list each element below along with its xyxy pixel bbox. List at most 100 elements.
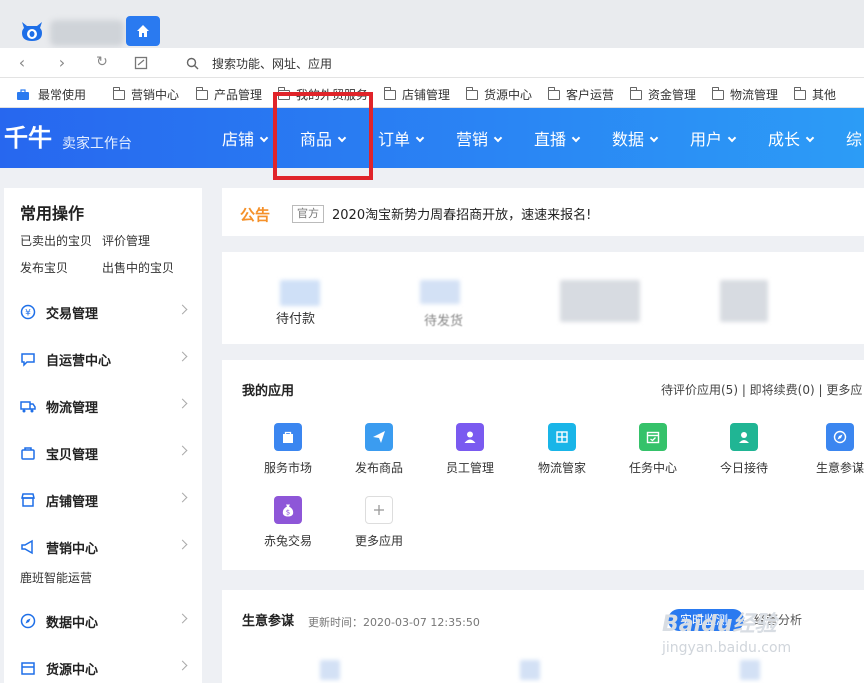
- chevron-right-icon: [177, 445, 188, 456]
- bookmark-folder[interactable]: 客户运营: [548, 86, 614, 103]
- stats-card: 待付款 待发货: [222, 252, 864, 344]
- chevron-down-icon: [649, 133, 659, 143]
- app-task-center[interactable]: 任务中心: [613, 423, 693, 476]
- page-icon[interactable]: [134, 56, 148, 70]
- bookmark-folder[interactable]: 货源中心: [466, 86, 532, 103]
- send-icon: [365, 423, 393, 451]
- sidebar-item-trade[interactable]: ¥ 交易管理: [4, 300, 202, 324]
- watermark: Baidu经验: [662, 612, 777, 637]
- calendar-icon: [639, 423, 667, 451]
- home-icon: [137, 25, 149, 37]
- sidebar-item-store[interactable]: 店铺管理: [4, 488, 202, 512]
- svg-text:$: $: [286, 509, 290, 517]
- folder-icon: [630, 86, 642, 100]
- chevron-down-icon: [415, 133, 425, 143]
- bag-icon: [274, 423, 302, 451]
- apps-right-links[interactable]: 待评价应用(5) | 即将续费(0) | 更多应: [661, 381, 862, 398]
- menu-more[interactable]: 综: [846, 126, 862, 150]
- bookmark-frequent[interactable]: 最常使用: [16, 86, 86, 103]
- svg-text:¥: ¥: [25, 309, 31, 319]
- warehouse-icon: [21, 662, 35, 675]
- stat-value-blurred: [720, 280, 768, 322]
- address-input[interactable]: 搜索功能、网址、应用: [212, 55, 332, 72]
- chevron-down-icon: [727, 133, 737, 143]
- sidebar: 常用操作 已卖出的宝贝 评价管理 发布宝贝 出售中的宝贝 ¥ 交易管理 自运营中…: [4, 188, 202, 683]
- notice-card: 公告 官方 2020淘宝新势力周春招商开放，速速来报名!: [222, 188, 864, 236]
- reception-icon: [730, 423, 758, 451]
- chevron-right-icon: [177, 398, 188, 409]
- forward-icon[interactable]: ›: [52, 53, 72, 72]
- brand-logo[interactable]: 千牛: [4, 118, 52, 153]
- bookmark-folder[interactable]: 资金管理: [630, 86, 696, 103]
- sidebar-sub-luban[interactable]: 鹿班智能运营: [20, 569, 92, 586]
- home-tab[interactable]: [126, 16, 160, 46]
- chevron-right-icon: [177, 539, 188, 550]
- chevron-right-icon: [177, 492, 188, 503]
- menu-users[interactable]: 用户: [690, 126, 737, 150]
- sidebar-item-sourcing[interactable]: 货源中心: [4, 656, 202, 680]
- plus-icon: [365, 496, 393, 524]
- app-logistics-manager[interactable]: 物流管家: [522, 423, 602, 476]
- metric-blurred: [740, 660, 760, 680]
- menu-orders[interactable]: 订单: [378, 126, 425, 150]
- menu-shop[interactable]: 店铺: [222, 126, 269, 150]
- bookmark-folder[interactable]: 店铺管理: [384, 86, 450, 103]
- folder-icon: [196, 86, 208, 100]
- sidebar-item-self-ops[interactable]: 自运营中心: [4, 347, 202, 371]
- truck-icon: [20, 401, 36, 413]
- notice-label: 公告: [240, 206, 271, 224]
- stat-value-blurred: [420, 280, 460, 304]
- brand-subtitle: 卖家工作台: [62, 136, 132, 152]
- quick-link-reviews[interactable]: 评价管理: [102, 232, 150, 249]
- bookmark-folder[interactable]: 产品管理: [196, 86, 262, 103]
- person-icon: [456, 423, 484, 451]
- folder-icon: [548, 86, 560, 100]
- chevron-right-icon: [177, 351, 188, 362]
- quick-link-onsale[interactable]: 出售中的宝贝: [102, 259, 174, 276]
- bookmarks-bar: 最常使用 营销中心 产品管理 我的外贸服务 店铺管理 货源中心 客户运营 资金管…: [0, 78, 864, 108]
- stat-value-blurred: [280, 280, 320, 306]
- metric-blurred: [320, 660, 340, 680]
- app-publish-product[interactable]: 发布商品: [339, 423, 419, 476]
- menu-growth[interactable]: 成长: [768, 126, 815, 150]
- menu-live[interactable]: 直播: [534, 126, 581, 150]
- sidebar-item-logistics[interactable]: 物流管理: [4, 394, 202, 418]
- bookmark-folder[interactable]: 其他: [794, 86, 836, 103]
- app-business-advisor[interactable]: 生意参谋: [800, 423, 864, 476]
- stat-value-blurred: [560, 280, 640, 322]
- notice-text[interactable]: 2020淘宝新势力周春招商开放，速速来报名!: [332, 204, 591, 223]
- search-icon: [186, 57, 199, 70]
- sidebar-item-goods[interactable]: 宝贝管理: [4, 441, 202, 465]
- quick-link-publish[interactable]: 发布宝贝: [20, 259, 68, 276]
- chevron-down-icon: [571, 133, 581, 143]
- app-service-market[interactable]: 服务市场: [248, 423, 328, 476]
- logistics-icon: [548, 423, 576, 451]
- sidebar-item-marketing[interactable]: 营销中心: [4, 535, 202, 559]
- app-chitu-trade[interactable]: $ 赤兔交易: [248, 496, 328, 549]
- chevron-right-icon: [177, 613, 188, 624]
- refresh-icon[interactable]: ↻: [92, 54, 112, 70]
- app-more-apps[interactable]: 更多应用: [339, 496, 419, 549]
- blurred-tab[interactable]: [50, 20, 124, 46]
- stat-label-pending-shipment[interactable]: 待发货: [424, 310, 463, 329]
- menu-marketing[interactable]: 营销: [456, 126, 503, 150]
- address-bar: ‹ › ↻ 搜索功能、网址、应用: [0, 48, 864, 78]
- folder-icon: [384, 86, 396, 100]
- sidebar-title: 常用操作: [20, 204, 85, 223]
- business-updated-time: 更新时间：2020-03-07 12:35:50: [308, 616, 480, 629]
- app-today-reception[interactable]: 今日接待: [704, 423, 784, 476]
- chat-icon: [21, 353, 35, 367]
- bookmark-folder[interactable]: 营销中心: [113, 86, 179, 103]
- quick-link-sold[interactable]: 已卖出的宝贝: [20, 232, 92, 249]
- back-icon[interactable]: ‹: [12, 53, 32, 72]
- money-bag-icon: $: [274, 496, 302, 524]
- app-staff-management[interactable]: 员工管理: [430, 423, 510, 476]
- trade-icon: ¥: [20, 304, 36, 320]
- app-header: 千牛 卖家工作台 店铺 商品 订单 营销 直播 数据 用户 成长 综: [0, 108, 864, 168]
- bookmark-folder[interactable]: 物流管理: [712, 86, 778, 103]
- menu-data[interactable]: 数据: [612, 126, 659, 150]
- store-icon: [21, 493, 35, 507]
- stat-label-pending-payment[interactable]: 待付款: [276, 308, 315, 327]
- sidebar-item-data[interactable]: 数据中心: [4, 609, 202, 633]
- qianniu-logo-icon: [22, 22, 42, 41]
